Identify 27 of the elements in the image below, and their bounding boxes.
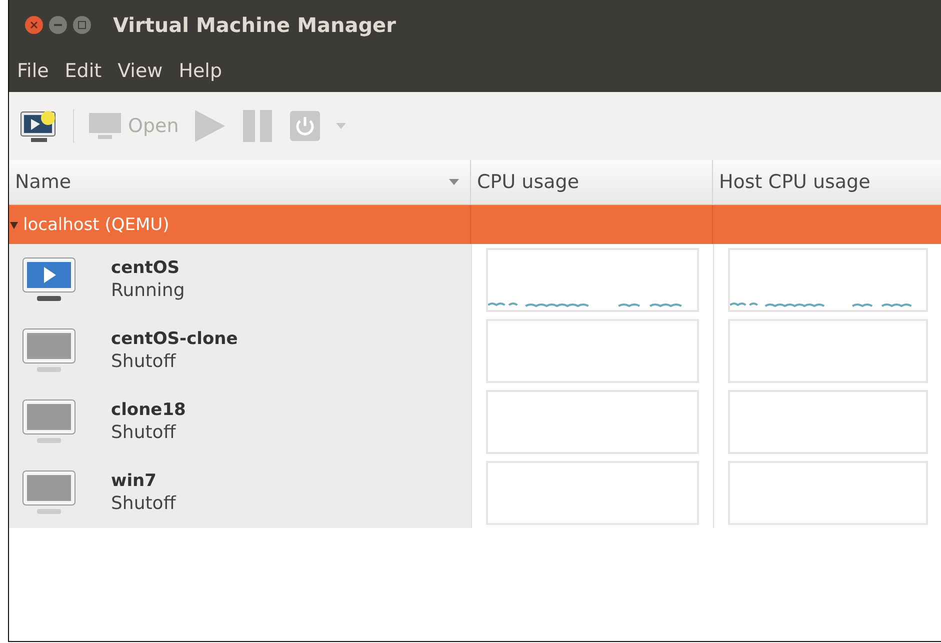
column-header[interactable]: CPU usage (477, 171, 580, 193)
column-header[interactable]: Host CPU usage (719, 171, 870, 193)
menu-item[interactable]: View (112, 60, 169, 82)
vm-row[interactable]: clone18 Shutoff (9, 386, 471, 457)
menu-item[interactable]: Edit (58, 60, 108, 82)
vm-status: Shutoff (111, 493, 176, 514)
expander-icon[interactable] (9, 220, 19, 230)
window-title: Virtual Machine Manager (113, 13, 396, 37)
vm-row[interactable]: centOS Running (9, 244, 471, 315)
close-icon[interactable] (25, 16, 43, 34)
menu-item[interactable]: Help (172, 60, 228, 82)
menu-item[interactable]: File (11, 60, 55, 82)
vm-status: Shutoff (111, 351, 178, 372)
vm-name: centOS-clone (111, 329, 238, 349)
host-label: localhost (QEMU) (23, 214, 170, 234)
vm-row[interactable]: win7 Shutoff (9, 457, 471, 528)
column-header[interactable]: Name (15, 171, 72, 193)
vm-name: win7 (111, 471, 158, 491)
vm-status: Shutoff (111, 422, 178, 443)
vm-name: clone18 (111, 400, 186, 420)
vm-status: Running (111, 280, 185, 301)
vm-row[interactable]: centOS-clone Shutoff (9, 315, 471, 386)
maximize-icon[interactable] (73, 16, 91, 34)
vm-name: centOS (111, 258, 181, 278)
sort-arrow-icon[interactable] (448, 178, 460, 186)
minimize-icon[interactable] (49, 16, 67, 34)
monitor-icon (88, 111, 122, 141)
